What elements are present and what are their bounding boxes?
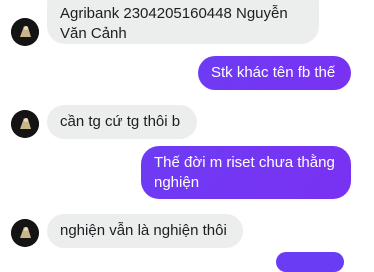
contact-avatar-icon[interactable] <box>11 18 39 46</box>
message-bubble-incoming[interactable]: cần tg cứ tg thôi b <box>47 105 197 139</box>
conversation-thread: Agribank 2304205160448 Nguyễn Văn Cảnh S… <box>0 0 374 272</box>
message-text: Stk khác tên fb thế <box>211 64 336 81</box>
message-text: Thế đời m riset chưa thằng nghiện <box>154 154 335 191</box>
message-text: Agribank 2304205160448 Nguyễn Văn Cảnh <box>60 5 288 42</box>
message-text: cần tg cứ tg thôi b <box>60 113 181 130</box>
message-bubble-outgoing[interactable]: Stk khác tên fb thế <box>198 56 351 90</box>
message-bubble-incoming[interactable]: nghiện vẫn là nghiện thôi <box>47 214 243 248</box>
message-bubble-outgoing-partial[interactable] <box>276 252 344 272</box>
contact-avatar-icon[interactable] <box>11 219 39 247</box>
message-text: nghiện vẫn là nghiện thôi <box>60 222 227 239</box>
message-bubble-incoming[interactable]: Agribank 2304205160448 Nguyễn Văn Cảnh <box>47 0 319 44</box>
message-bubble-outgoing[interactable]: Thế đời m riset chưa thằng nghiện <box>141 146 351 199</box>
contact-avatar-icon[interactable] <box>11 110 39 138</box>
